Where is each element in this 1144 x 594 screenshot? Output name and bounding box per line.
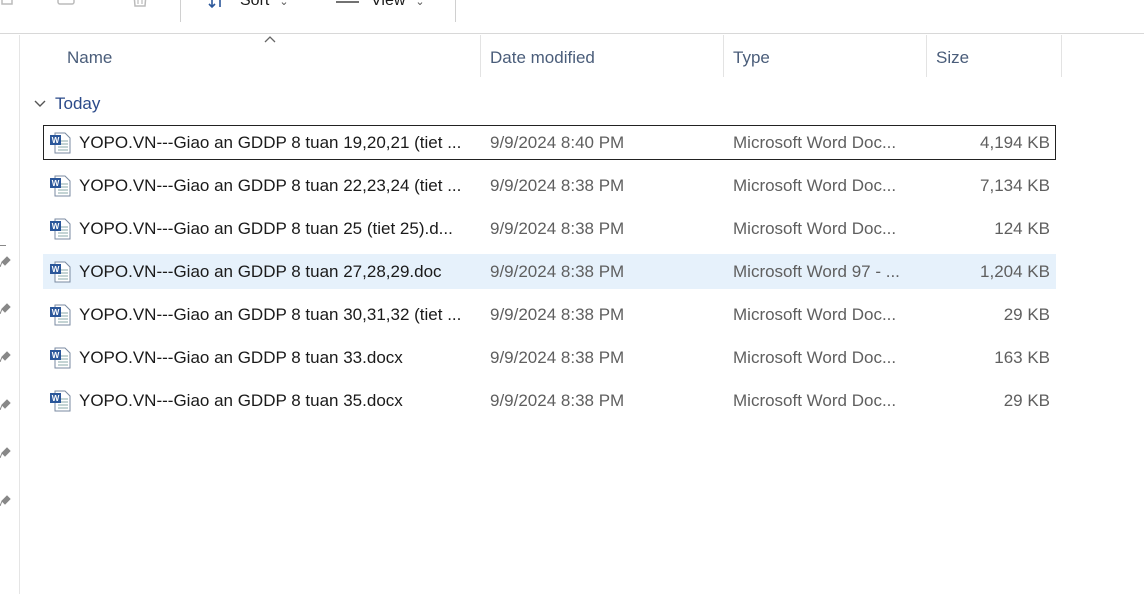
word-document-icon: W <box>50 304 71 326</box>
svg-text:W: W <box>52 351 60 360</box>
sort-ascending-icon <box>264 36 276 43</box>
nav-divider <box>0 245 6 246</box>
command-bar: Sort ⌄ View ⌄ ··· <box>0 0 1144 34</box>
toolbar-divider <box>455 0 456 22</box>
navigation-pane <box>0 35 20 594</box>
file-size: 163 KB <box>994 348 1050 367</box>
column-size-label: Size <box>936 47 970 67</box>
file-name[interactable]: YOPO.VN---Giao an GDDP 8 tuan 33.docx <box>79 340 479 375</box>
file-date: 9/9/2024 8:40 PM <box>490 133 625 152</box>
copy-icon[interactable] <box>0 0 20 8</box>
file-date: 9/9/2024 8:38 PM <box>490 176 625 195</box>
pin-icon[interactable] <box>0 398 12 410</box>
column-name-label: Name <box>67 47 113 67</box>
file-size: 124 KB <box>994 219 1050 238</box>
file-row[interactable]: W YOPO.VN---Giao an GDDP 8 tuan 33.docx … <box>43 340 1056 375</box>
more-options-button[interactable]: ··· <box>480 0 503 9</box>
file-type: Microsoft Word Doc... <box>733 133 897 152</box>
svg-text:W: W <box>52 308 60 317</box>
file-date: 9/9/2024 8:38 PM <box>490 219 625 238</box>
file-row[interactable]: W YOPO.VN---Giao an GDDP 8 tuan 27,28,29… <box>43 254 1056 289</box>
word-document-icon: W <box>50 261 71 283</box>
file-size: 4,194 KB <box>980 133 1050 152</box>
share-icon[interactable] <box>56 0 76 8</box>
file-date: 9/9/2024 8:38 PM <box>490 348 625 367</box>
file-name[interactable]: YOPO.VN---Giao an GDDP 8 tuan 25 (tiet 2… <box>79 211 479 246</box>
file-type: Microsoft Word 97 - ... <box>733 262 900 281</box>
file-type: Microsoft Word Doc... <box>733 305 897 324</box>
more-icon: ··· <box>480 0 503 9</box>
sort-button[interactable]: Sort ⌄ <box>208 0 289 10</box>
toolbar-divider <box>180 0 181 22</box>
chevron-down-icon <box>34 100 46 107</box>
file-size: 29 KB <box>1003 305 1050 324</box>
file-size: 7,134 KB <box>980 176 1050 195</box>
sort-icon <box>208 0 221 9</box>
file-type: Microsoft Word Doc... <box>733 348 897 367</box>
svg-text:W: W <box>52 265 60 274</box>
file-name[interactable]: YOPO.VN---Giao an GDDP 8 tuan 30,31,32 (… <box>79 297 479 332</box>
word-document-icon: W <box>50 347 71 369</box>
file-type: Microsoft Word Doc... <box>733 391 897 410</box>
svg-text:W: W <box>52 394 60 403</box>
pin-icon[interactable] <box>0 350 12 362</box>
column-header-type[interactable]: Type <box>724 35 770 80</box>
column-header-date[interactable]: Date modified <box>481 35 595 80</box>
view-button[interactable]: View ⌄ <box>335 0 425 10</box>
svg-text:W: W <box>52 222 60 231</box>
pin-icon[interactable] <box>0 446 12 458</box>
word-document-icon: W <box>50 132 71 154</box>
view-icon <box>336 1 359 3</box>
pin-icon[interactable] <box>0 494 12 506</box>
group-label: Today <box>55 94 101 113</box>
file-row[interactable]: W YOPO.VN---Giao an GDDP 8 tuan 30,31,32… <box>43 297 1056 332</box>
chevron-down-icon: ⌄ <box>279 0 289 8</box>
file-type: Microsoft Word Doc... <box>733 219 897 238</box>
column-type-label: Type <box>733 47 770 67</box>
file-name[interactable]: YOPO.VN---Giao an GDDP 8 tuan 27,28,29.d… <box>79 254 479 289</box>
file-date: 9/9/2024 8:38 PM <box>490 391 625 410</box>
pin-icon[interactable] <box>0 302 12 314</box>
file-row[interactable]: W YOPO.VN---Giao an GDDP 8 tuan 35.docx … <box>43 383 1056 418</box>
file-row[interactable]: W YOPO.VN---Giao an GDDP 8 tuan 25 (tiet… <box>43 211 1056 246</box>
file-size: 1,204 KB <box>980 262 1050 281</box>
svg-text:W: W <box>52 136 60 145</box>
file-name[interactable]: YOPO.VN---Giao an GDDP 8 tuan 19,20,21 (… <box>79 125 479 160</box>
word-document-icon: W <box>50 218 71 240</box>
file-name[interactable]: YOPO.VN---Giao an GDDP 8 tuan 22,23,24 (… <box>79 168 479 203</box>
column-header-size[interactable]: Size <box>927 35 969 80</box>
sort-label: Sort <box>240 0 270 9</box>
svg-text:W: W <box>52 179 60 188</box>
delete-icon[interactable] <box>130 0 150 8</box>
column-divider[interactable] <box>1061 35 1062 77</box>
file-size: 29 KB <box>1003 391 1050 410</box>
word-document-icon: W <box>50 175 71 197</box>
file-type: Microsoft Word Doc... <box>733 176 897 195</box>
word-document-icon: W <box>50 390 71 412</box>
file-list: W YOPO.VN---Giao an GDDP 8 tuan 19,20,21… <box>43 125 1056 426</box>
group-header-today[interactable]: Today <box>33 92 100 116</box>
column-header-name[interactable]: Name <box>58 35 112 80</box>
file-date: 9/9/2024 8:38 PM <box>490 305 625 324</box>
view-label: View <box>371 0 406 9</box>
chevron-down-icon: ⌄ <box>415 0 425 8</box>
pin-icon[interactable] <box>0 255 12 267</box>
file-row[interactable]: W YOPO.VN---Giao an GDDP 8 tuan 19,20,21… <box>43 125 1056 160</box>
column-header-row: Name Date modified Type Size <box>20 35 1144 80</box>
file-date: 9/9/2024 8:38 PM <box>490 262 625 281</box>
column-date-label: Date modified <box>490 47 595 67</box>
file-row[interactable]: W YOPO.VN---Giao an GDDP 8 tuan 22,23,24… <box>43 168 1056 203</box>
file-name[interactable]: YOPO.VN---Giao an GDDP 8 tuan 35.docx <box>79 383 479 418</box>
